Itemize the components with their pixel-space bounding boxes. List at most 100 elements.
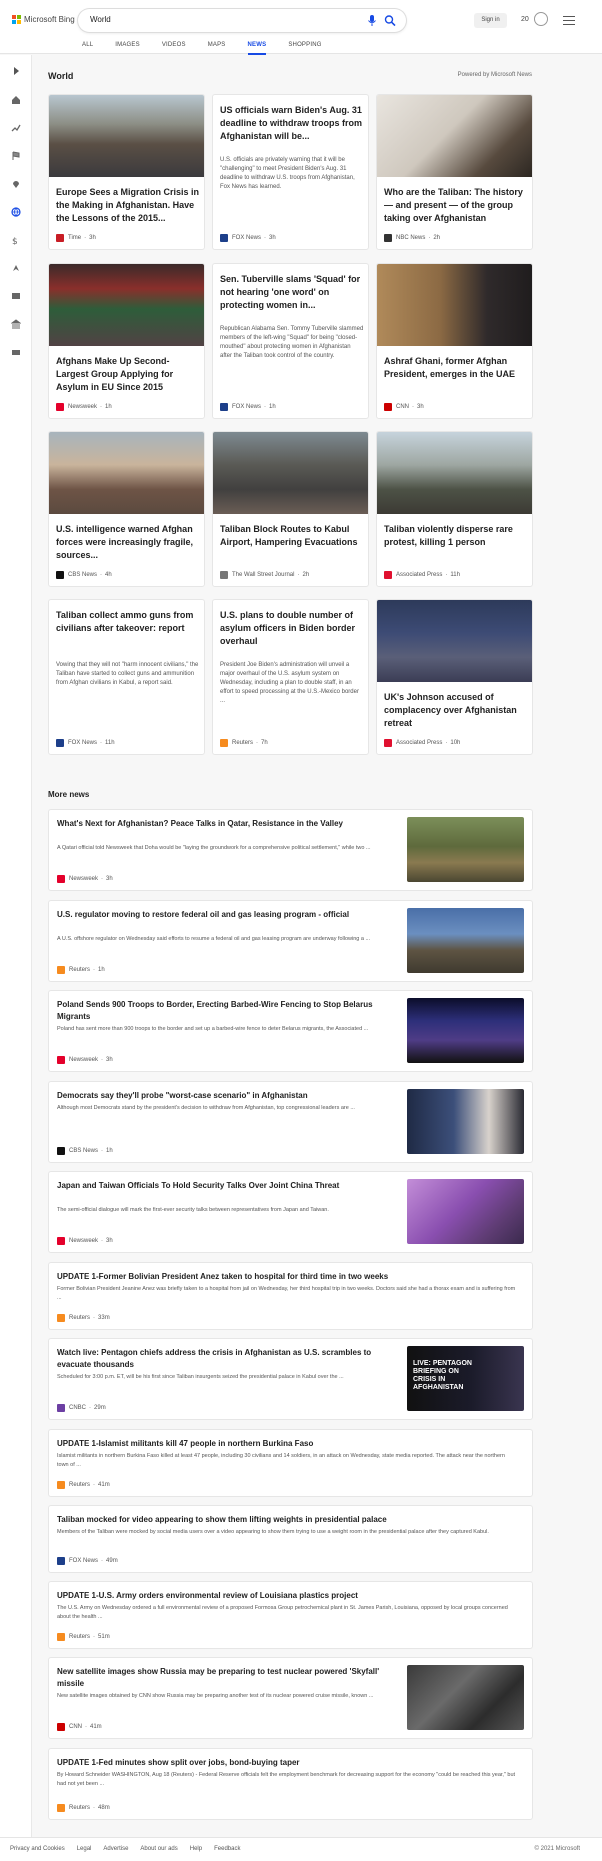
publisher-name[interactable]: Time bbox=[68, 235, 81, 241]
expand-arrow-icon[interactable] bbox=[11, 66, 21, 76]
news-card-source[interactable]: Associated Press · 11h bbox=[384, 571, 460, 579]
news-card[interactable]: Afghans Make Up Second-Largest Group App… bbox=[48, 263, 205, 419]
more-news-title[interactable]: What's Next for Afghanistan? Peace Talks… bbox=[57, 818, 397, 830]
more-news-source[interactable]: FOX News · 49m bbox=[57, 1557, 118, 1565]
news-card-title[interactable]: UK's Johnson accused of complacency over… bbox=[384, 691, 528, 730]
news-card-title[interactable]: US officials warn Biden's Aug. 31 deadli… bbox=[220, 104, 364, 143]
news-card-image[interactable] bbox=[213, 432, 368, 514]
more-news-thumbnail[interactable]: LIVE: PENTAGON BRIEFING ON CRISIS IN AFG… bbox=[407, 1346, 524, 1411]
publisher-name[interactable]: Reuters bbox=[69, 1805, 90, 1811]
news-card-image[interactable] bbox=[377, 264, 532, 346]
news-card-title[interactable]: Taliban violently disperse rare protest,… bbox=[384, 523, 528, 549]
publisher-name[interactable]: Associated Press bbox=[396, 572, 442, 578]
footer-link-help[interactable]: Help bbox=[190, 1846, 202, 1852]
publisher-name[interactable]: Reuters bbox=[69, 1315, 90, 1321]
news-card[interactable]: U.S. intelligence warned Afghan forces w… bbox=[48, 431, 205, 587]
more-news-title[interactable]: UPDATE 1-Islamist militants kill 47 peop… bbox=[57, 1438, 517, 1450]
more-news-source[interactable]: Reuters · 51m bbox=[57, 1633, 110, 1641]
news-card-image[interactable] bbox=[377, 600, 532, 682]
news-card-title[interactable]: Who are the Taliban: The history — and p… bbox=[384, 186, 528, 225]
more-news-title[interactable]: UPDATE 1-U.S. Army orders environmental … bbox=[57, 1590, 517, 1602]
more-news-title[interactable]: New satellite images show Russia may be … bbox=[57, 1666, 397, 1690]
money-icon[interactable] bbox=[11, 347, 21, 357]
publisher-name[interactable]: Newsweek bbox=[68, 404, 97, 410]
more-news-thumbnail[interactable] bbox=[407, 1665, 524, 1730]
news-card-title[interactable]: Sen. Tuberville slams 'Squad' for not he… bbox=[220, 273, 364, 312]
entertainment-icon[interactable] bbox=[11, 291, 21, 301]
news-card-source[interactable]: Associated Press · 10h bbox=[384, 739, 460, 747]
business-icon[interactable]: $ bbox=[11, 235, 21, 245]
publisher-name[interactable]: Reuters bbox=[232, 740, 253, 746]
news-card[interactable]: Europe Sees a Migration Crisis in the Ma… bbox=[48, 94, 205, 250]
more-news-source[interactable]: Reuters · 48m bbox=[57, 1804, 110, 1812]
rewards-points[interactable]: 20 bbox=[521, 16, 529, 23]
more-news-source[interactable]: Newsweek · 3h bbox=[57, 875, 113, 883]
news-card-image[interactable] bbox=[377, 432, 532, 514]
more-news-thumbnail[interactable] bbox=[407, 1179, 524, 1244]
more-news-title[interactable]: Japan and Taiwan Officials To Hold Secur… bbox=[57, 1180, 397, 1192]
more-news-item[interactable]: Japan and Taiwan Officials To Hold Secur… bbox=[48, 1171, 533, 1253]
world-globe-icon[interactable] bbox=[11, 207, 21, 217]
sign-in-button[interactable]: Sign in bbox=[474, 13, 507, 28]
publisher-name[interactable]: FOX News bbox=[69, 1558, 98, 1564]
tab-news[interactable]: NEWS bbox=[247, 42, 267, 55]
more-news-thumbnail[interactable] bbox=[407, 817, 524, 882]
more-news-item[interactable]: UPDATE 1-Islamist militants kill 47 peop… bbox=[48, 1429, 533, 1497]
news-card-source[interactable]: The Wall Street Journal · 2h bbox=[220, 571, 309, 579]
tab-maps[interactable]: MAPS bbox=[208, 42, 226, 55]
location-pin-icon[interactable] bbox=[11, 179, 21, 189]
news-card-image[interactable] bbox=[377, 95, 532, 177]
tab-shopping[interactable]: SHOPPING bbox=[288, 42, 321, 55]
hamburger-menu-icon[interactable] bbox=[563, 16, 575, 25]
tab-all[interactable]: ALL bbox=[82, 42, 93, 55]
more-news-source[interactable]: CNN · 41m bbox=[57, 1723, 102, 1731]
news-card-source[interactable]: FOX News · 1h bbox=[220, 403, 276, 411]
news-card-image[interactable] bbox=[49, 264, 204, 346]
news-card-source[interactable]: FOX News · 3h bbox=[220, 234, 276, 242]
more-news-title[interactable]: UPDATE 1-Fed minutes show split over job… bbox=[57, 1757, 517, 1769]
more-news-item[interactable]: Taliban mocked for video appearing to sh… bbox=[48, 1505, 533, 1573]
news-card-source[interactable]: Newsweek · 1h bbox=[56, 403, 112, 411]
search-icon[interactable] bbox=[384, 14, 396, 27]
publisher-name[interactable]: Reuters bbox=[69, 1634, 90, 1640]
tab-images[interactable]: IMAGES bbox=[115, 42, 140, 55]
publisher-name[interactable]: Newsweek bbox=[69, 1238, 98, 1244]
more-news-title[interactable]: Taliban mocked for video appearing to sh… bbox=[57, 1514, 517, 1526]
news-card[interactable]: Taliban collect ammo guns from civilians… bbox=[48, 599, 205, 755]
news-card[interactable]: Ashraf Ghani, former Afghan President, e… bbox=[376, 263, 533, 419]
news-card-source[interactable]: CNN · 3h bbox=[384, 403, 424, 411]
news-card-source[interactable]: Time · 3h bbox=[56, 234, 96, 242]
footer-link-advertise[interactable]: Advertise bbox=[103, 1846, 128, 1852]
publisher-name[interactable]: FOX News bbox=[232, 235, 261, 241]
news-card[interactable]: Taliban violently disperse rare protest,… bbox=[376, 431, 533, 587]
more-news-source[interactable]: CNBC · 29m bbox=[57, 1404, 106, 1412]
more-news-thumbnail[interactable] bbox=[407, 998, 524, 1063]
bing-logo[interactable]: Microsoft Bing bbox=[12, 15, 75, 24]
footer-link-legal[interactable]: Legal bbox=[77, 1846, 92, 1852]
more-news-title[interactable]: Poland Sends 900 Troops to Border, Erect… bbox=[57, 999, 397, 1023]
publisher-name[interactable]: CBS News bbox=[68, 572, 97, 578]
news-card-image[interactable] bbox=[49, 95, 204, 177]
microphone-icon[interactable] bbox=[366, 14, 378, 27]
news-card-title[interactable]: Afghans Make Up Second-Largest Group App… bbox=[56, 355, 200, 394]
more-news-source[interactable]: Reuters · 33m bbox=[57, 1314, 110, 1322]
footer-link-privacy[interactable]: Privacy and Cookies bbox=[10, 1846, 65, 1852]
politics-building-icon[interactable] bbox=[11, 319, 21, 329]
news-card-title[interactable]: Taliban Block Routes to Kabul Airport, H… bbox=[220, 523, 364, 549]
home-icon[interactable] bbox=[11, 95, 21, 105]
news-card-title[interactable]: Taliban collect ammo guns from civilians… bbox=[56, 609, 200, 635]
publisher-name[interactable]: Reuters bbox=[69, 1482, 90, 1488]
news-card-source[interactable]: FOX News · 11h bbox=[56, 739, 115, 747]
more-news-item[interactable]: New satellite images show Russia may be … bbox=[48, 1657, 533, 1739]
trending-icon[interactable] bbox=[11, 123, 21, 133]
more-news-source[interactable]: Reuters · 1h bbox=[57, 966, 105, 974]
publisher-name[interactable]: CNN bbox=[69, 1724, 82, 1730]
more-news-item[interactable]: Poland Sends 900 Troops to Border, Erect… bbox=[48, 990, 533, 1072]
news-card[interactable]: U.S. plans to double number of asylum of… bbox=[212, 599, 369, 755]
news-card[interactable]: Taliban Block Routes to Kabul Airport, H… bbox=[212, 431, 369, 587]
search-box[interactable]: World bbox=[78, 9, 406, 32]
news-card-source[interactable]: NBC News · 2h bbox=[384, 234, 440, 242]
more-news-item[interactable]: UPDATE 1-Former Bolivian President Anez … bbox=[48, 1262, 533, 1330]
more-news-title[interactable]: UPDATE 1-Former Bolivian President Anez … bbox=[57, 1271, 517, 1283]
more-news-item[interactable]: Democrats say they'll probe "worst-case … bbox=[48, 1081, 533, 1163]
